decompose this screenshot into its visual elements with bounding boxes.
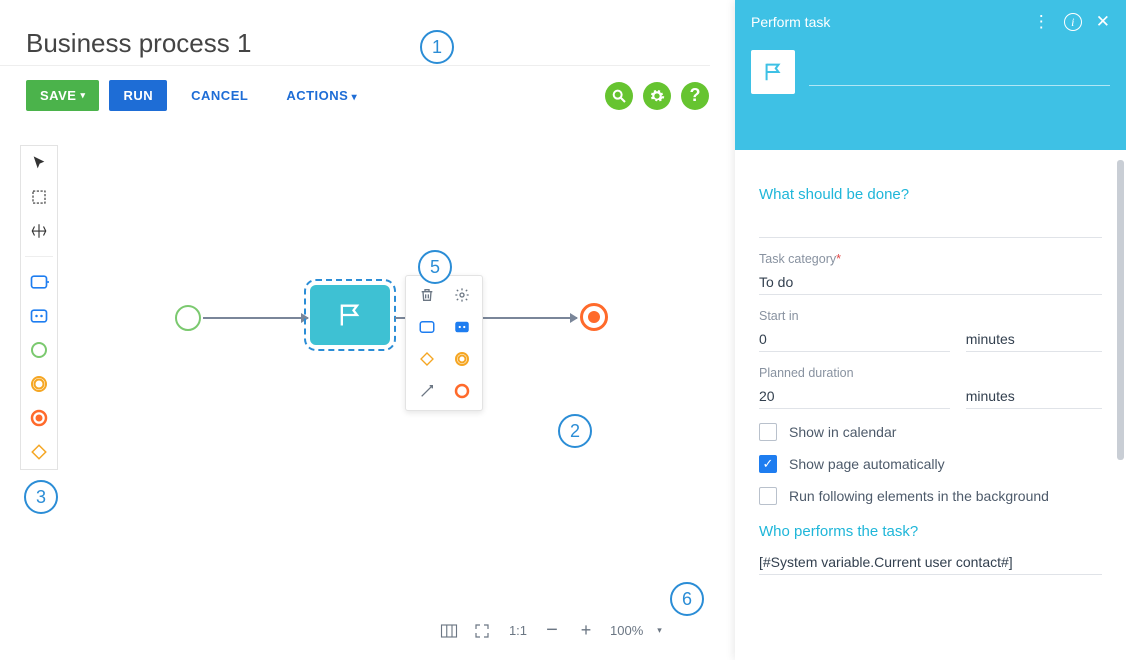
panel-header: Perform task ⋮ i ✕ — [735, 0, 1126, 150]
actions-menu[interactable]: ACTIONS — [272, 80, 371, 111]
zoom-in-button[interactable]: + — [576, 620, 596, 641]
delete-icon[interactable] — [416, 284, 438, 306]
pointer-tool[interactable] — [28, 152, 50, 174]
process-title[interactable]: Business process 1 — [0, 0, 710, 66]
help-icon[interactable]: ? — [681, 82, 709, 110]
designer-main: Business process 1 SAVE RUN CANCEL ACTIO… — [0, 0, 735, 660]
cancel-button[interactable]: CANCEL — [177, 80, 262, 111]
zoom-out-button[interactable]: − — [542, 619, 562, 642]
save-button[interactable]: SAVE — [26, 80, 99, 111]
background-label: Run following elements in the background — [789, 488, 1049, 504]
what-done-input[interactable] — [759, 213, 1102, 238]
sequence-flow[interactable] — [203, 317, 308, 319]
panel-body: What should be done? Task category* Star… — [735, 150, 1126, 660]
callout-3: 3 — [24, 480, 58, 514]
zoom-toolbar: 1:1 − + 100% ▾ — [440, 619, 662, 642]
start-event-node[interactable] — [175, 305, 201, 331]
fit-screen-icon[interactable] — [474, 623, 494, 639]
minimap-icon[interactable] — [440, 623, 460, 639]
gateway-tool[interactable] — [28, 441, 50, 463]
lasso-tool[interactable] — [28, 186, 50, 208]
element-type-icon — [751, 50, 795, 94]
actual-size-button[interactable]: 1:1 — [508, 623, 528, 638]
info-icon[interactable]: i — [1064, 13, 1082, 31]
duration-unit[interactable] — [966, 384, 1102, 409]
end-event-tool[interactable] — [28, 407, 50, 429]
show-calendar-checkbox[interactable] — [759, 423, 777, 441]
element-name-input[interactable] — [809, 58, 1110, 86]
section-what-link[interactable]: What should be done? — [759, 186, 1102, 203]
start-event-tool[interactable] — [28, 339, 50, 361]
system-task-tool[interactable] — [28, 305, 50, 327]
close-icon[interactable]: ✕ — [1096, 12, 1110, 32]
task-category-label: Task category* — [759, 252, 1102, 266]
add-intermediate-icon[interactable] — [451, 348, 473, 370]
duration-label: Planned duration — [759, 366, 1102, 380]
start-in-unit[interactable] — [966, 327, 1102, 352]
section-who-link[interactable]: Who performs the task? — [759, 523, 1102, 540]
end-event-node[interactable] — [580, 303, 608, 331]
settings-icon[interactable] — [451, 284, 473, 306]
more-icon[interactable]: ⋮ — [1033, 12, 1050, 32]
start-in-value[interactable] — [759, 327, 950, 352]
run-button[interactable]: RUN — [109, 80, 167, 111]
process-canvas[interactable] — [60, 145, 735, 620]
add-gateway-icon[interactable] — [416, 348, 438, 370]
add-system-task-icon[interactable] — [451, 316, 473, 338]
task-category-input[interactable] — [759, 270, 1102, 295]
show-page-label: Show page automatically — [789, 456, 945, 472]
scrollbar-thumb[interactable] — [1117, 160, 1124, 460]
properties-panel: Perform task ⋮ i ✕ 4 What should be done… — [735, 0, 1126, 660]
perform-task-node[interactable] — [310, 285, 390, 345]
add-end-icon[interactable] — [451, 380, 473, 402]
search-icon[interactable] — [605, 82, 633, 110]
show-page-checkbox[interactable]: ✓ — [759, 455, 777, 473]
zoom-dropdown-icon[interactable]: ▾ — [657, 625, 662, 636]
change-type-icon[interactable] — [416, 380, 438, 402]
start-in-label: Start in — [759, 309, 1102, 323]
performer-input[interactable] — [759, 550, 1102, 575]
add-user-task-icon[interactable] — [416, 316, 438, 338]
show-calendar-label: Show in calendar — [789, 424, 896, 440]
toolbar: SAVE RUN CANCEL ACTIONS ? — [0, 66, 735, 117]
background-checkbox[interactable] — [759, 487, 777, 505]
user-task-tool[interactable] — [28, 271, 50, 293]
element-context-menu — [405, 275, 483, 411]
intermediate-event-tool[interactable] — [28, 373, 50, 395]
zoom-level[interactable]: 100% — [610, 623, 643, 638]
duration-value[interactable] — [759, 384, 950, 409]
panel-title: Perform task — [751, 14, 830, 30]
tool-palette — [20, 145, 58, 470]
gear-icon[interactable] — [643, 82, 671, 110]
pan-tool[interactable] — [28, 220, 50, 242]
